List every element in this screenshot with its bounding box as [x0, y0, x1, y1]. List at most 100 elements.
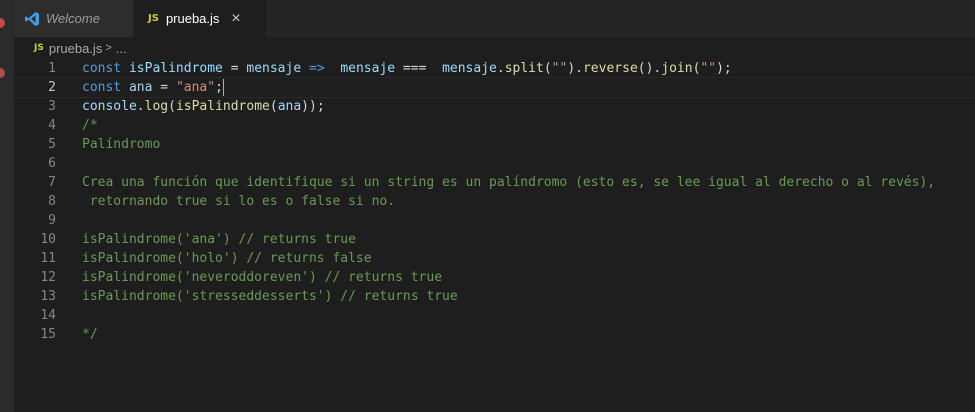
code-text: isPalindrome('holo') // returns false [82, 249, 372, 268]
code-token: mensaje [246, 61, 302, 76]
code-token: ); [716, 61, 732, 76]
code-token: )); [301, 99, 325, 114]
code-token: === [395, 61, 443, 76]
code-line[interactable]: 3 console.log(isPalindrome(ana)); [14, 97, 975, 116]
code-line[interactable]: 6 [14, 154, 975, 173]
code-text: Palíndromo [82, 135, 160, 154]
close-icon[interactable]: × [231, 10, 240, 27]
code-line[interactable]: 7 Crea una función que identifique si un … [14, 173, 975, 192]
code-line[interactable]: 2 const ana = "ana"; [13, 77, 975, 98]
code-token: const [82, 61, 122, 76]
code-text: retornando true si lo es o false si no. [82, 192, 395, 211]
code-token: log [144, 99, 169, 114]
js-file-icon: JS [148, 13, 159, 24]
line-number: 4 [48, 118, 56, 133]
code-token: isPalindrome('neveroddoreven') // return… [82, 270, 443, 285]
code-line[interactable]: 13 isPalindrome('stresseddesserts') // re… [14, 287, 975, 306]
code-text: /* [82, 116, 98, 135]
code-token: ; [215, 80, 223, 95]
tab-welcome[interactable]: Welcome [14, 0, 132, 37]
code-token: . [496, 61, 505, 76]
code-line[interactable]: 9 [14, 211, 975, 230]
code-text: isPalindrome('ana') // returns true [82, 230, 356, 249]
text-cursor [222, 79, 224, 96]
activity-badge-icon [0, 18, 5, 28]
code-token: split [504, 61, 544, 76]
activity-bar[interactable] [0, 0, 14, 412]
vscode-icon [25, 11, 39, 26]
code-token: const [82, 80, 122, 95]
code-token: reverse [582, 61, 638, 76]
line-number: 14 [40, 308, 56, 323]
code-line[interactable]: 11 isPalindrome('holo') // returns false [14, 249, 975, 268]
breadcrumb: JS prueba.js > ... [34, 37, 127, 59]
code-token: ( [168, 99, 176, 114]
code-text: isPalindrome('stresseddesserts') // retu… [82, 287, 458, 306]
code-token: ( [269, 99, 278, 114]
line-number: 7 [48, 175, 56, 190]
code-token: "" [551, 61, 568, 76]
code-token: ana [128, 80, 153, 95]
line-number: 1 [48, 61, 56, 76]
code-token: isPalindrome('stresseddesserts') // retu… [82, 289, 458, 304]
code-line[interactable]: 1 const isPalindrome = mensaje => mensaje… [14, 59, 975, 78]
code-token: (). [637, 61, 662, 76]
breadcrumb-more[interactable]: ... [116, 41, 127, 56]
code-line[interactable]: 15 */ [14, 325, 975, 344]
code-editor[interactable]: 1 const isPalindrome = mensaje => mensaje… [13, 59, 975, 344]
code-token: . [136, 99, 145, 114]
code-token: isPalindrome [175, 99, 270, 114]
code-line[interactable]: 10 isPalindrome('ana') // returns true [14, 230, 975, 249]
code-token: */ [82, 327, 98, 342]
line-number: 9 [48, 213, 56, 228]
code-line[interactable]: 5 Palíndromo [14, 135, 975, 154]
code-token: "" [700, 61, 717, 76]
code-token: console [82, 99, 137, 114]
code-text: isPalindrome('neveroddoreven') // return… [82, 268, 442, 287]
code-token: => [309, 61, 325, 76]
code-token: mensaje [340, 61, 396, 76]
code-token: ana [277, 99, 302, 114]
tab-label: Welcome [46, 11, 100, 26]
vscode-window: Welcome JS prueba.js × JS prueba.js > ..… [0, 0, 975, 412]
code-token: Palíndromo [82, 137, 161, 152]
line-number: 5 [48, 137, 56, 152]
chevron-right-icon: > [105, 42, 112, 54]
activity-badge-icon [0, 68, 5, 78]
code-token: mensaje [442, 61, 497, 76]
line-number: 8 [48, 194, 56, 209]
code-line[interactable]: 4 /* [14, 116, 975, 135]
line-number: 12 [40, 270, 56, 285]
code-token: = [152, 80, 176, 95]
line-number: 10 [40, 232, 56, 247]
code-token: retornando true si lo es o false si no. [82, 194, 396, 209]
line-number: 11 [40, 251, 56, 266]
code-text: Crea una función que identifique si un s… [82, 173, 935, 192]
code-token: Crea una función que identifique si un s… [82, 175, 936, 190]
tab-prueba-js[interactable]: JS prueba.js × [134, 0, 266, 37]
code-token: isPalindrome('holo') // returns false [82, 251, 372, 266]
code-token: isPalindrome('ana') // returns true [82, 232, 356, 247]
code-token: = [222, 61, 247, 76]
code-token: ( [543, 61, 552, 76]
breadcrumb-file[interactable]: prueba.js [49, 41, 102, 56]
code-token: "ana" [175, 80, 216, 95]
code-token: join [661, 61, 693, 76]
code-token: ). [567, 61, 583, 76]
js-file-icon: JS [34, 43, 44, 53]
code-text: */ [82, 325, 98, 344]
line-number: 3 [48, 99, 56, 114]
line-number: 15 [40, 327, 56, 342]
tab-bar: Welcome JS prueba.js × [14, 0, 975, 37]
line-number: 2 [48, 80, 56, 95]
line-number: 13 [40, 289, 56, 304]
code-token: isPalindrome [128, 61, 223, 76]
tab-label: prueba.js [165, 11, 220, 26]
code-line[interactable]: 12 isPalindrome('neveroddoreven') // retu… [14, 268, 975, 287]
code-line[interactable]: 14 [14, 306, 975, 325]
code-line[interactable]: 8 retornando true si lo es o false si no… [14, 192, 975, 211]
code-token: /* [82, 118, 98, 133]
